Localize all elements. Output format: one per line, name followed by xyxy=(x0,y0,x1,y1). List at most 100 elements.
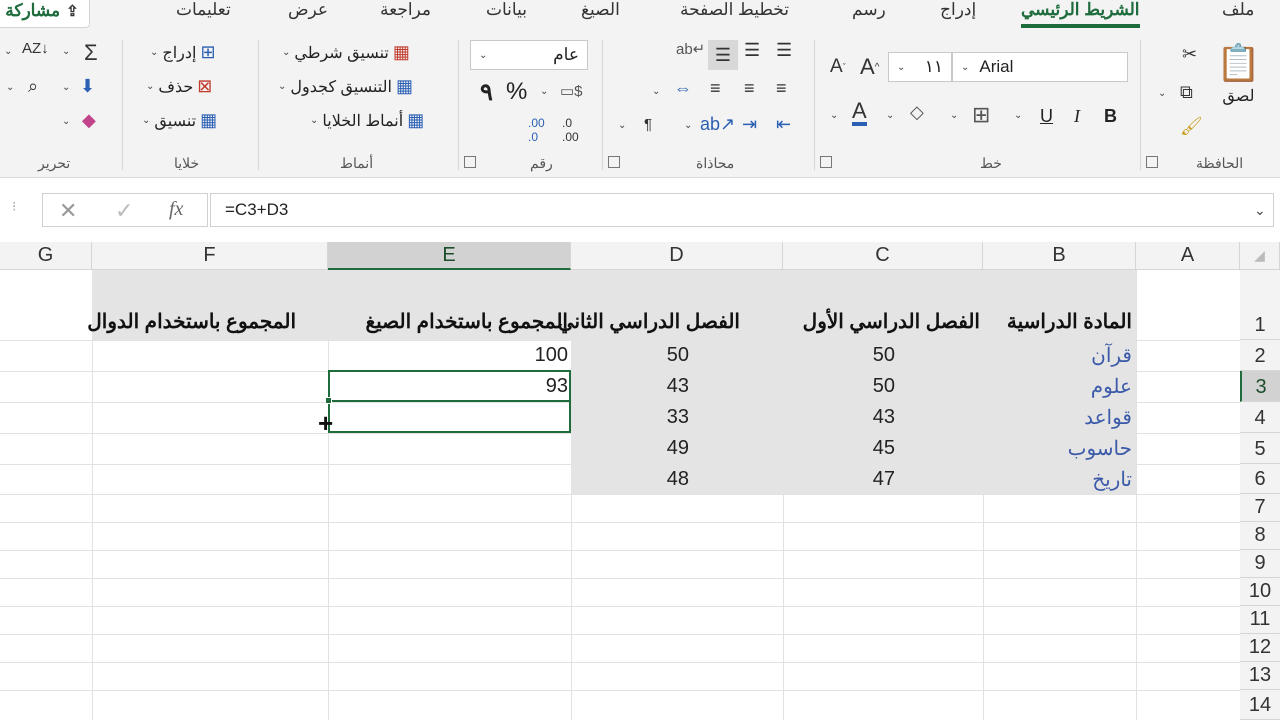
fill-color-icon[interactable]: ◇ xyxy=(910,102,924,123)
underline-button[interactable]: U xyxy=(1040,106,1053,127)
italic-button[interactable]: I xyxy=(1074,106,1080,127)
row-header-12[interactable]: 12 xyxy=(1240,634,1280,662)
accounting-dropdown-chevron-icon[interactable]: ⌄ xyxy=(540,86,548,97)
font-color-icon[interactable]: A xyxy=(852,100,867,126)
borders-dropdown-chevron-icon[interactable]: ⌄ xyxy=(950,110,958,121)
cell-d1[interactable]: الفصل الدراسي الثاني xyxy=(558,306,740,336)
cell-c5[interactable]: 45 xyxy=(783,433,895,464)
column-header-c[interactable]: C xyxy=(783,242,983,270)
align-middle-icon[interactable]: ☰ xyxy=(708,40,738,70)
tab-home[interactable]: الشريط الرئيسي xyxy=(1021,0,1140,28)
cell-c4[interactable]: 43 xyxy=(783,402,895,433)
text-direction-dropdown-chevron-icon[interactable]: ⌄ xyxy=(618,120,626,131)
paste-button[interactable]: 📋 لصق xyxy=(1216,42,1261,106)
expand-formula-bar-chevron-icon[interactable]: ⌄ xyxy=(1254,202,1266,219)
column-header-a[interactable]: A xyxy=(1136,242,1240,270)
select-all-button[interactable]: ◢ xyxy=(1240,242,1280,270)
find-select-icon[interactable]: ⌕ xyxy=(28,76,38,97)
align-bottom-icon[interactable]: ☰ xyxy=(744,40,760,61)
merge-dropdown-chevron-icon[interactable]: ⌄ xyxy=(652,86,660,97)
cancel-icon[interactable]: ✕ xyxy=(59,198,77,224)
row-header-2[interactable]: 2 xyxy=(1240,340,1280,371)
font-name-select[interactable]: ⌄ Arial xyxy=(952,52,1128,82)
align-right-icon[interactable]: ≡ xyxy=(776,78,787,99)
fill-icon[interactable]: ⬇ xyxy=(80,76,95,97)
format-as-table-button[interactable]: ⌄ التنسيق كجدول ▦ xyxy=(278,76,413,97)
align-top-icon[interactable]: ☰ xyxy=(776,40,792,61)
conditional-formatting-button[interactable]: ⌄ تنسيق شرطي ▦ xyxy=(282,42,410,63)
copy-icon[interactable]: ⧉ xyxy=(1180,82,1193,103)
increase-decimal-icon[interactable]: .0.00 xyxy=(562,116,579,144)
increase-font-icon[interactable]: A ^ xyxy=(860,54,879,80)
cell-b6[interactable]: تاريخ xyxy=(990,464,1132,494)
row-header-8[interactable]: 8 xyxy=(1240,522,1280,550)
underline-dropdown-chevron-icon[interactable]: ⌄ xyxy=(1014,110,1022,121)
borders-icon[interactable]: ⊞ xyxy=(972,102,990,128)
insert-cells-button[interactable]: ⌄ إدراج ⊞ xyxy=(150,42,216,63)
number-launcher-icon[interactable] xyxy=(464,156,476,168)
bold-button[interactable]: B xyxy=(1104,106,1117,127)
sort-filter-icon[interactable]: AZ↓ xyxy=(22,40,49,57)
font-size-select[interactable]: ⌄ ١١ xyxy=(888,52,952,82)
decrease-indent-icon[interactable]: ⇤ xyxy=(776,114,791,135)
format-painter-icon[interactable]: 🖌 xyxy=(1180,116,1203,137)
font-color-dropdown-chevron-icon[interactable]: ⌄ xyxy=(830,110,838,121)
increase-indent-icon[interactable]: ⇥ xyxy=(742,114,757,135)
merge-center-icon[interactable]: ⇔ xyxy=(674,78,692,99)
font-launcher-icon[interactable] xyxy=(820,156,832,168)
cell-b5[interactable]: حاسوب xyxy=(990,433,1132,464)
format-cells-button[interactable]: ⌄ تنسيق ▦ xyxy=(142,110,217,131)
align-left-icon[interactable]: ≡ xyxy=(710,78,721,99)
sort-dropdown-chevron-icon[interactable]: ⌄ xyxy=(4,46,12,57)
row-header-9[interactable]: 9 xyxy=(1240,550,1280,578)
cell-b3[interactable]: علوم xyxy=(990,371,1132,402)
cell-b2[interactable]: قرآن xyxy=(990,340,1132,371)
delete-cells-button[interactable]: ⌄ حذف ⊠ xyxy=(146,76,212,97)
alignment-launcher-icon[interactable] xyxy=(608,156,620,168)
row-header-13[interactable]: 13 xyxy=(1240,662,1280,690)
row-header-1[interactable]: 1 xyxy=(1240,270,1280,340)
row-header-7[interactable]: 7 xyxy=(1240,494,1280,522)
cell-styles-button[interactable]: ⌄ أنماط الخلايا ▦ xyxy=(310,110,424,131)
row-header-4[interactable]: 4 xyxy=(1240,402,1280,433)
tab-insert[interactable]: إدراج xyxy=(940,0,976,28)
cell-c3[interactable]: 50 xyxy=(783,371,895,402)
cell-d2[interactable]: 50 xyxy=(571,340,689,371)
align-center-icon[interactable]: ≡ xyxy=(744,78,755,99)
cut-icon[interactable]: ✂ xyxy=(1182,44,1197,65)
decrease-decimal-icon[interactable]: .00.0 xyxy=(528,116,545,144)
tab-formulas[interactable]: الصيغ xyxy=(581,0,620,28)
column-header-b[interactable]: B xyxy=(983,242,1136,270)
cell-b1[interactable]: المادة الدراسية xyxy=(988,306,1132,336)
number-format-select[interactable]: ⌄ عام xyxy=(470,40,588,70)
fill-dropdown-chevron-icon[interactable]: ⌄ xyxy=(886,110,894,121)
tab-page-layout[interactable]: تخطيط الصفحة xyxy=(680,0,789,28)
enter-icon[interactable]: ✓ xyxy=(115,198,133,224)
row-header-11[interactable]: 11 xyxy=(1240,606,1280,634)
find-dropdown-chevron-icon[interactable]: ⌄ xyxy=(6,82,14,93)
decrease-font-icon[interactable]: Aˇ xyxy=(830,56,846,78)
cell-d6[interactable]: 48 xyxy=(571,464,689,494)
row-header-3[interactable]: 3 xyxy=(1240,371,1280,402)
row-header-6[interactable]: 6 xyxy=(1240,464,1280,494)
fill-handle[interactable] xyxy=(325,397,332,404)
fill-dropdown-chevron-icon[interactable]: ⌄ xyxy=(62,82,70,93)
cell-c2[interactable]: 50 xyxy=(783,340,895,371)
formula-input[interactable]: =C3+D3 xyxy=(210,193,1274,227)
row-header-5[interactable]: 5 xyxy=(1240,433,1280,464)
orientation-dropdown-chevron-icon[interactable]: ⌄ xyxy=(684,120,692,131)
text-direction-icon[interactable]: ¶ xyxy=(644,116,652,133)
column-header-d[interactable]: D xyxy=(571,242,783,270)
percent-button[interactable]: % xyxy=(506,78,527,106)
tab-review[interactable]: مراجعة xyxy=(380,0,431,28)
accounting-format-icon[interactable]: ▭$ xyxy=(560,82,583,100)
cell-d3[interactable]: 43 xyxy=(571,371,689,402)
share-button[interactable]: مشاركة ⇪ xyxy=(0,0,90,28)
insert-function-button[interactable]: fx xyxy=(169,198,183,221)
cell-d4[interactable]: 33 xyxy=(571,402,689,433)
clipboard-launcher-icon[interactable] xyxy=(1146,156,1158,168)
cell-f1[interactable]: المجموع باستخدام الدوال xyxy=(87,306,296,336)
cell-c6[interactable]: 47 xyxy=(783,464,895,494)
cell-b4[interactable]: قواعد xyxy=(990,402,1132,433)
tab-file[interactable]: ملف xyxy=(1222,0,1254,28)
